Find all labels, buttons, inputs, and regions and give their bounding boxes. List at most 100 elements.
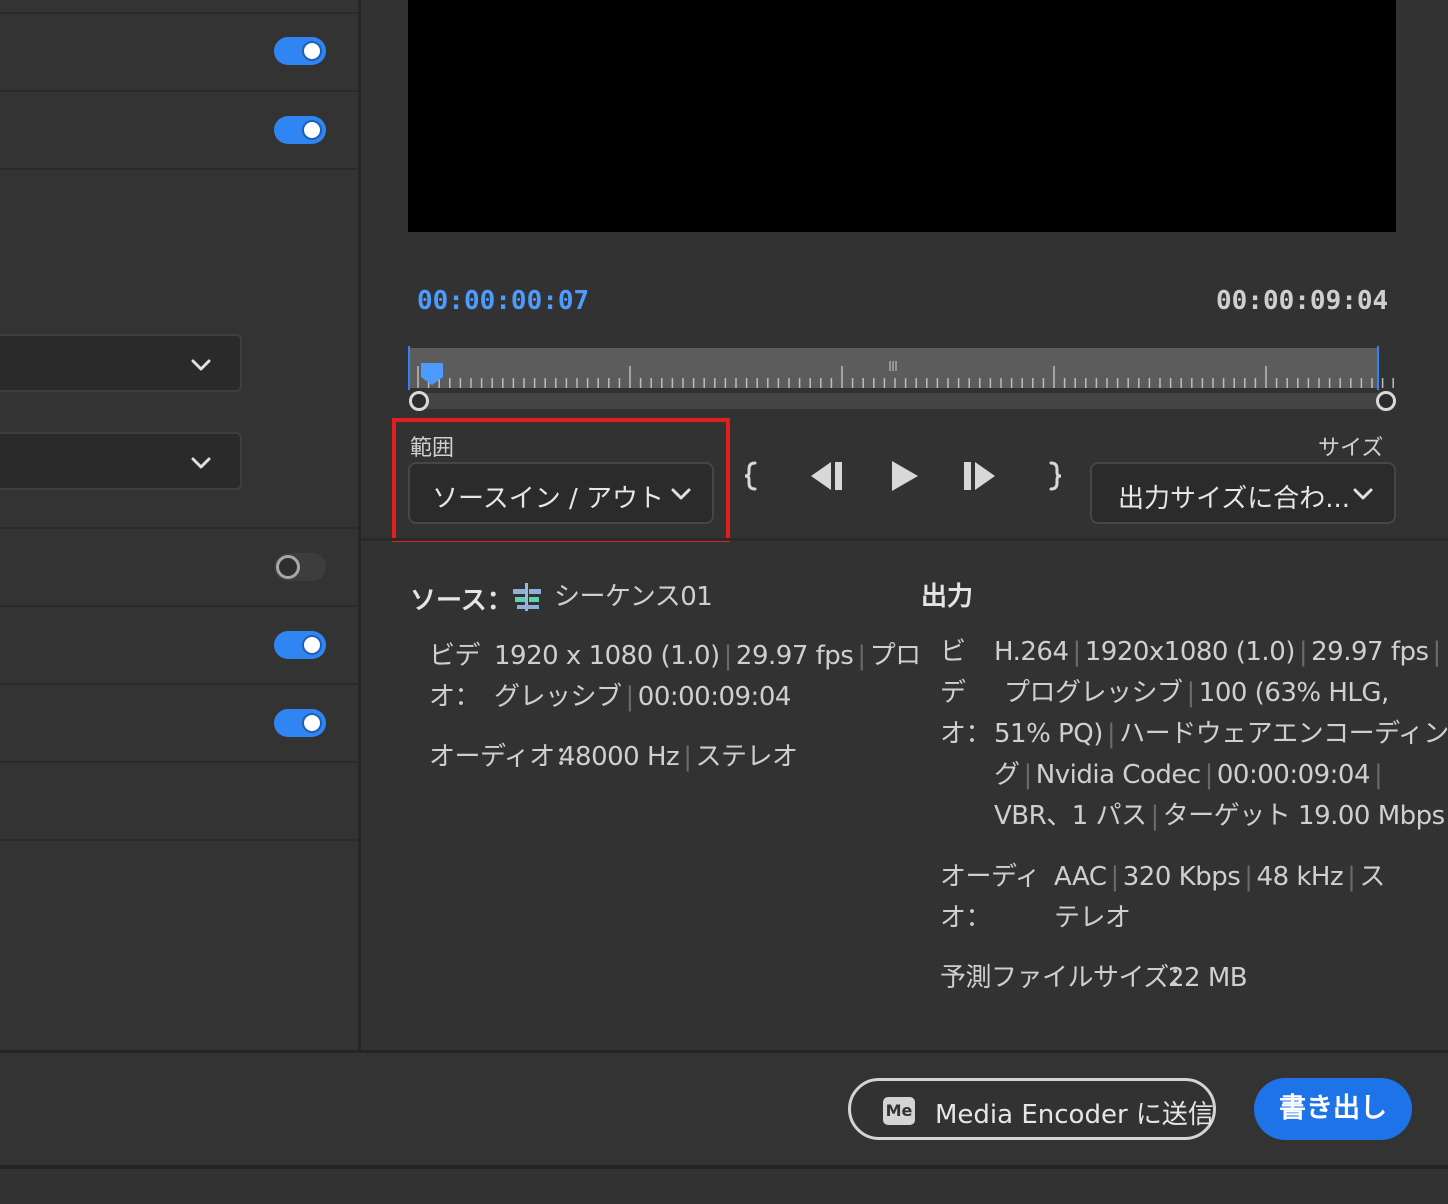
chevron-down-icon — [670, 487, 692, 501]
step-forward-icon — [964, 462, 995, 490]
source-audio-rate: 48000 Hz — [559, 742, 680, 772]
output-video-label: ビ — [940, 637, 966, 667]
output-audio-label: オ： — [940, 903, 992, 933]
divider — [361, 538, 1448, 541]
play-icon — [892, 461, 918, 491]
range-dropdown-value: ソースイン / アウト — [432, 484, 664, 514]
sequence-name: シーケンス01 — [554, 582, 713, 612]
settings-panel — [0, 0, 358, 1050]
chevron-down-icon — [190, 456, 212, 470]
source-video-label: ビデ — [429, 641, 481, 671]
filesize-value: 22 MB — [1168, 963, 1248, 993]
output-video-label: オ： — [940, 719, 992, 749]
source-audio-info: 48000 Hz | ステレオ — [559, 742, 798, 772]
divider — [0, 12, 358, 14]
toggle-switch-1[interactable] — [274, 37, 326, 65]
output-fps: 29.97 fps — [1311, 637, 1429, 667]
range-end-handle[interactable] — [1376, 391, 1396, 411]
output-video-info: プログレッシブ | 100 (63% HLG, — [1004, 678, 1390, 708]
divider — [0, 605, 358, 607]
timeline-ruler — [417, 361, 1394, 388]
export-button[interactable]: 書き出し — [1254, 1078, 1412, 1140]
source-video-info: 1920 x 1080 (1.0) | 29.97 fps | プロ — [494, 641, 922, 671]
output-audio-channels: ス — [1359, 862, 1385, 892]
playhead[interactable] — [420, 362, 444, 386]
output-duration: 00:00:09:04 — [1216, 760, 1371, 790]
toggle-switch-2[interactable] — [274, 116, 326, 144]
output-audio-info: テレオ — [1054, 903, 1131, 933]
source-video-label: オ： — [429, 682, 481, 712]
output-resolution: 1920x1080 (1.0) — [1084, 637, 1296, 667]
divider — [0, 168, 358, 170]
step-forward-button[interactable] — [958, 452, 1002, 500]
panel-divider[interactable] — [358, 0, 361, 1050]
output-audio-info: AAC | 320 Kbps | 48 kHz | ス — [1054, 862, 1385, 892]
source-video-duration: 00:00:09:04 — [637, 682, 792, 712]
output-title: 出力 — [921, 582, 974, 612]
output-audio-label: オーディ — [940, 862, 1041, 892]
sequence-icon — [513, 583, 541, 611]
source-title: ソース： — [410, 586, 513, 616]
output-video-info: VBR、1 パス | ターゲット 19.00 Mbps — [994, 801, 1445, 831]
current-timecode[interactable]: 00:00:00:07 — [417, 286, 589, 316]
out-point-marker[interactable] — [1377, 346, 1379, 390]
output-encoding-cont: グ — [994, 760, 1020, 790]
out-brace-icon — [1049, 461, 1062, 491]
duration-timecode: 00:00:09:04 — [1216, 286, 1389, 316]
divider — [0, 90, 358, 92]
output-bitrate-mode: VBR、1 パス — [994, 801, 1147, 831]
in-point-marker[interactable] — [408, 346, 410, 390]
source-video-scan-cont: グレッシブ — [494, 682, 622, 712]
step-back-button[interactable] — [804, 452, 848, 500]
output-quality: 100 (63% HLG, — [1198, 678, 1390, 708]
output-scan: プログレッシブ — [1004, 678, 1183, 708]
range-start-handle[interactable] — [409, 391, 429, 411]
output-video-label: デ — [940, 678, 966, 708]
source-video-info: グレッシブ | 00:00:09:04 — [494, 682, 792, 712]
size-dropdown-value: 出力サイズに合わ... — [1118, 484, 1351, 514]
send-to-media-encoder-label: Media Encoder に送信 — [935, 1100, 1214, 1130]
output-audio-codec: AAC — [1054, 862, 1107, 892]
chevron-down-icon — [190, 358, 212, 372]
output-codec-vendor: Nvidia Codec — [1035, 760, 1201, 790]
output-audio-bitrate: 320 Kbps — [1122, 862, 1241, 892]
play-button[interactable] — [884, 452, 924, 500]
output-codec: H.264 — [994, 637, 1069, 667]
action-bar — [0, 1053, 1448, 1165]
source-audio-channels: ステレオ — [695, 742, 798, 772]
toggle-switch-5[interactable] — [274, 709, 326, 737]
toggle-switch-3[interactable] — [274, 553, 326, 581]
output-bitrate: ターゲット 19.00 Mbps — [1162, 801, 1445, 831]
dropdown-select-2[interactable] — [0, 432, 242, 490]
output-video-info: 51% PQ) | ハードウェアエンコーディン — [994, 719, 1448, 749]
size-dropdown[interactable]: 出力サイズに合わ... — [1090, 462, 1396, 524]
set-out-point-button[interactable] — [1042, 452, 1068, 500]
output-audio-rate: 48 kHz — [1256, 862, 1344, 892]
media-encoder-icon: Me — [883, 1097, 915, 1125]
output-video-info: グ | Nvidia Codec | 00:00:09:04 | — [994, 760, 1383, 790]
divider — [0, 527, 358, 529]
in-brace-icon — [744, 461, 757, 491]
chevron-down-icon — [1352, 487, 1374, 501]
range-scrub-bar[interactable] — [418, 393, 1386, 409]
output-encoding: ハードウェアエンコーディン — [1119, 719, 1448, 749]
size-label: サイズ — [1318, 436, 1384, 461]
filesize-label: 予測ファイルサイズ： — [940, 963, 1195, 993]
range-label: 範囲 — [410, 436, 455, 461]
toggle-switch-4[interactable] — [274, 631, 326, 659]
source-audio-label: オーディオ： — [429, 742, 581, 772]
divider — [0, 839, 358, 841]
divider — [0, 683, 358, 685]
set-in-point-button[interactable] — [738, 452, 764, 500]
source-video-resolution: 1920 x 1080 (1.0) — [494, 641, 720, 671]
video-preview — [408, 0, 1396, 232]
source-video-fps: 29.97 fps — [735, 641, 854, 671]
output-quality-cont: 51% PQ) — [994, 719, 1103, 749]
divider — [0, 761, 358, 763]
source-video-scan: プロ — [869, 641, 922, 671]
dropdown-select-1[interactable] — [0, 334, 242, 392]
output-video-info: H.264 | 1920x1080 (1.0) | 29.97 fps | — [994, 637, 1441, 667]
footer — [0, 1169, 1448, 1204]
range-dropdown[interactable]: ソースイン / アウト — [408, 462, 714, 524]
send-to-media-encoder-button[interactable]: Me Media Encoder に送信 — [848, 1078, 1216, 1140]
